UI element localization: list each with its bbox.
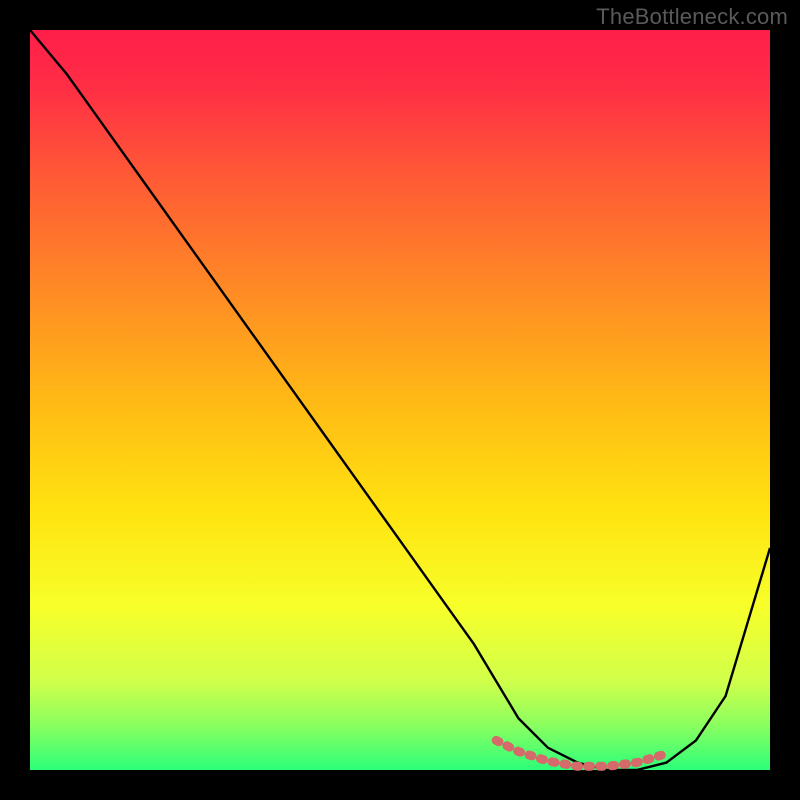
plot-background xyxy=(30,30,770,770)
chart-svg xyxy=(0,0,800,800)
chart-frame: TheBottleneck.com xyxy=(0,0,800,800)
watermark-text: TheBottleneck.com xyxy=(596,4,788,30)
